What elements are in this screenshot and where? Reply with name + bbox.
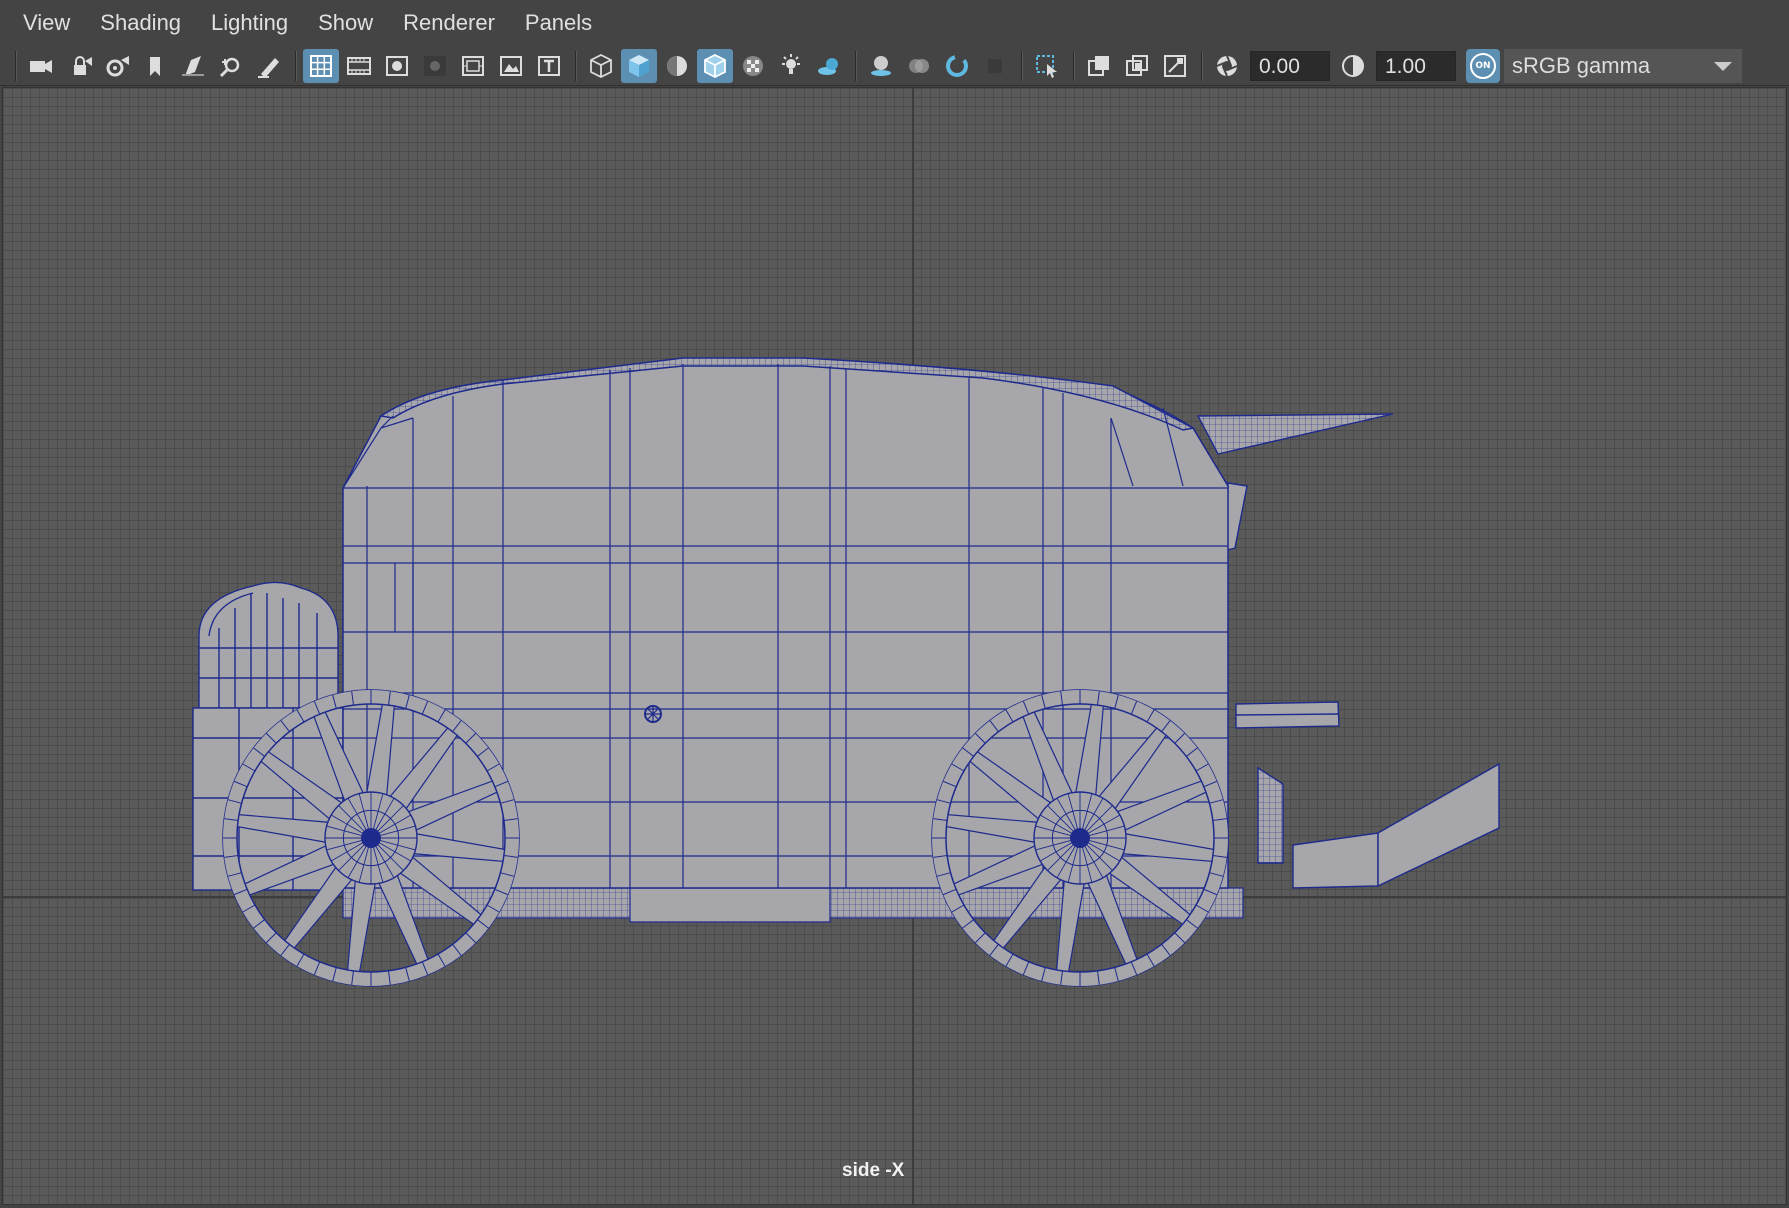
safe-action-icon[interactable] [493, 49, 529, 83]
resolution-gate-icon[interactable] [379, 49, 415, 83]
textured-icon[interactable] [735, 49, 771, 83]
safe-title-icon[interactable] [531, 49, 567, 83]
menu-lighting[interactable]: Lighting [196, 0, 303, 46]
exposure-icon[interactable] [1209, 49, 1245, 83]
step-plate [629, 887, 831, 923]
camera-name-label: side -X [842, 1160, 905, 1181]
carriage-model[interactable] [3, 88, 1787, 1205]
shadows-icon[interactable] [811, 49, 847, 83]
wireframe-on-shaded-icon[interactable] [697, 48, 733, 83]
two-d-pan-zoom-icon[interactable] [213, 49, 249, 83]
menu-show[interactable]: Show [303, 0, 388, 46]
camera-icon[interactable] [23, 49, 59, 83]
use-all-lights-icon[interactable] [773, 49, 809, 83]
grid-icon[interactable] [303, 48, 339, 83]
menu-shading[interactable]: Shading [85, 0, 196, 46]
default-material-icon[interactable] [659, 49, 695, 83]
toolbar-separator [853, 51, 857, 81]
camera-attributes-icon[interactable] [99, 49, 135, 83]
gamma-field[interactable]: 1.00 [1376, 50, 1456, 81]
smooth-shade-icon[interactable] [621, 48, 657, 83]
menu-panels[interactable]: Panels [510, 0, 607, 46]
view-transform-value: sRGB gamma [1512, 52, 1651, 78]
toolbar-separator [1019, 51, 1023, 81]
view-transform-dropdown[interactable]: sRGB gamma [1504, 48, 1742, 83]
anti-aliasing-icon[interactable] [939, 49, 975, 83]
image-plane-icon[interactable] [175, 49, 211, 83]
xray-components-icon[interactable] [1157, 49, 1193, 83]
chevron-down-icon [1714, 61, 1732, 71]
gamma-icon[interactable] [1335, 49, 1371, 83]
menu-renderer[interactable]: Renderer [388, 0, 510, 46]
panel-menubar: View Shading Lighting Show Renderer Pane… [0, 0, 1789, 46]
field-chart-icon[interactable] [455, 49, 491, 83]
toolbar-separator [1071, 51, 1075, 81]
isolate-select-icon[interactable] [1029, 49, 1065, 83]
toolbar-separator [293, 51, 297, 81]
bookmark-icon[interactable] [137, 49, 173, 83]
xray-joints-icon[interactable] [1119, 49, 1155, 83]
xray-icon[interactable] [1081, 49, 1117, 83]
viewport-side-x[interactable]: y z [2, 87, 1787, 1205]
toolbar-separator [13, 51, 17, 81]
lock-camera-icon[interactable] [61, 49, 97, 83]
wireframe-icon[interactable] [583, 49, 619, 83]
motion-blur-icon[interactable] [901, 49, 937, 83]
rear-beams [1235, 701, 1500, 889]
film-gate-icon[interactable] [341, 49, 377, 83]
color-management-toggle-label: ON [1470, 52, 1496, 79]
grease-pencil-icon[interactable] [251, 49, 287, 83]
panel-toolbar: 0.00 1.00 ON sRGB gamma [0, 46, 1789, 86]
color-management-toggle[interactable]: ON [1466, 48, 1500, 83]
toolbar-separator [573, 51, 577, 81]
toolbar-separator [1199, 51, 1203, 81]
menu-view[interactable]: View [8, 0, 85, 46]
gate-mask-icon[interactable] [417, 49, 453, 83]
screen-space-ao-icon[interactable] [863, 49, 899, 83]
exposure-field[interactable]: 0.00 [1250, 50, 1330, 81]
depth-of-field-icon[interactable] [977, 49, 1013, 83]
